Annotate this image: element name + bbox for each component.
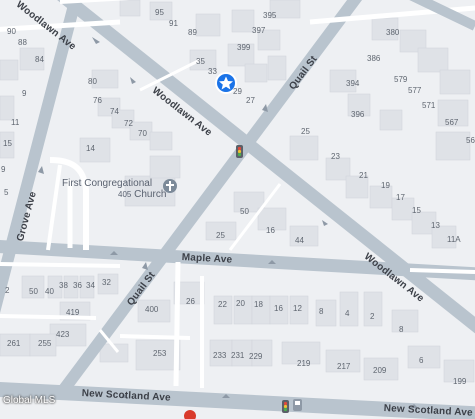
traffic-light-icon [236,145,243,158]
house-number: 19 [381,181,390,190]
house-number: 18 [254,300,263,309]
house-number: 90 [7,27,16,36]
poi-name-line2: Church [134,189,167,200]
red-marker-icon [184,410,196,419]
house-number: 571 [422,101,436,110]
poi-name-line1: First Congregational [62,178,153,189]
traffic-light-icon [282,400,289,413]
house-number: 399 [237,43,251,52]
house-number: 11A [447,235,461,244]
house-number: 395 [263,11,277,20]
house-number: 386 [367,54,381,63]
transit-icon [293,399,302,411]
house-number: 229 [249,352,263,361]
house-number: 35 [196,57,205,66]
house-number: 56 [466,136,475,145]
house-number: 4 [345,309,350,318]
house-number: 72 [124,119,133,128]
poi-label[interactable]: First Congregational 405 Church [62,178,166,200]
house-number: 33 [208,67,217,76]
house-number: 44 [295,236,304,245]
house-number: 579 [394,75,408,84]
house-number: 199 [453,377,467,386]
house-number: 261 [7,339,21,348]
house-number: 38 [59,281,68,290]
house-number: 567 [445,118,459,127]
house-number: 253 [153,349,167,358]
house-number: 34 [86,281,95,290]
house-number: 400 [145,305,159,314]
house-number: 50 [29,287,38,296]
house-number: 15 [412,206,421,215]
house-number: 16 [266,226,275,235]
house-number: 74 [110,107,119,116]
house-number: 8 [399,325,404,334]
house-number: 84 [35,55,44,64]
house-number: 27 [246,96,255,105]
house-number: 36 [73,281,82,290]
house-number: 9 [22,89,27,98]
house-number: 25 [216,231,225,240]
poi-number: 405 [118,190,132,199]
house-number: 233 [213,351,227,360]
house-number: 396 [351,110,365,119]
attribution-logo: Global MLS [3,395,56,406]
house-number: 21 [359,171,368,180]
house-number: 50 [240,207,249,216]
house-number: 397 [252,26,266,35]
house-number: 217 [337,362,351,371]
house-number: 15 [3,139,12,148]
house-number: 95 [155,8,164,17]
house-number: 40 [45,287,54,296]
house-number: 89 [188,28,197,37]
house-number: 11 [11,118,20,127]
house-number: 26 [186,297,195,306]
house-number: 2 [5,286,10,295]
house-number: 25 [301,127,310,136]
house-number: 91 [169,19,178,28]
house-number: 20 [236,299,245,308]
house-number: 16 [274,304,283,313]
house-number: 23 [331,152,340,161]
house-number: 14 [86,144,95,153]
house-number: 12 [293,304,302,313]
house-number: 209 [373,366,387,375]
house-number: 255 [38,339,52,348]
house-number: 577 [408,86,422,95]
house-number: 8 [319,307,324,316]
house-number: 13 [431,221,440,230]
house-number: 32 [102,278,111,287]
house-number: 22 [218,300,227,309]
house-number: 5 [4,188,9,197]
house-number: 2 [370,312,375,321]
house-number: 231 [231,351,245,360]
map-view[interactable]: Woodlawn Ave Woodlawn Ave Woodlawn Ave Q… [0,0,475,419]
house-number: 6 [419,356,424,365]
house-number: 219 [297,359,311,368]
house-number: 423 [56,330,70,339]
house-number: 29 [233,87,242,96]
house-number: 9 [1,165,6,174]
house-number: 17 [396,193,405,202]
house-number: 76 [93,96,102,105]
house-number: 80 [88,77,97,86]
house-number: 70 [138,129,147,138]
house-number: 380 [386,28,400,37]
house-number: 394 [346,79,360,88]
house-number: 419 [66,308,80,317]
house-number: 88 [18,38,27,47]
